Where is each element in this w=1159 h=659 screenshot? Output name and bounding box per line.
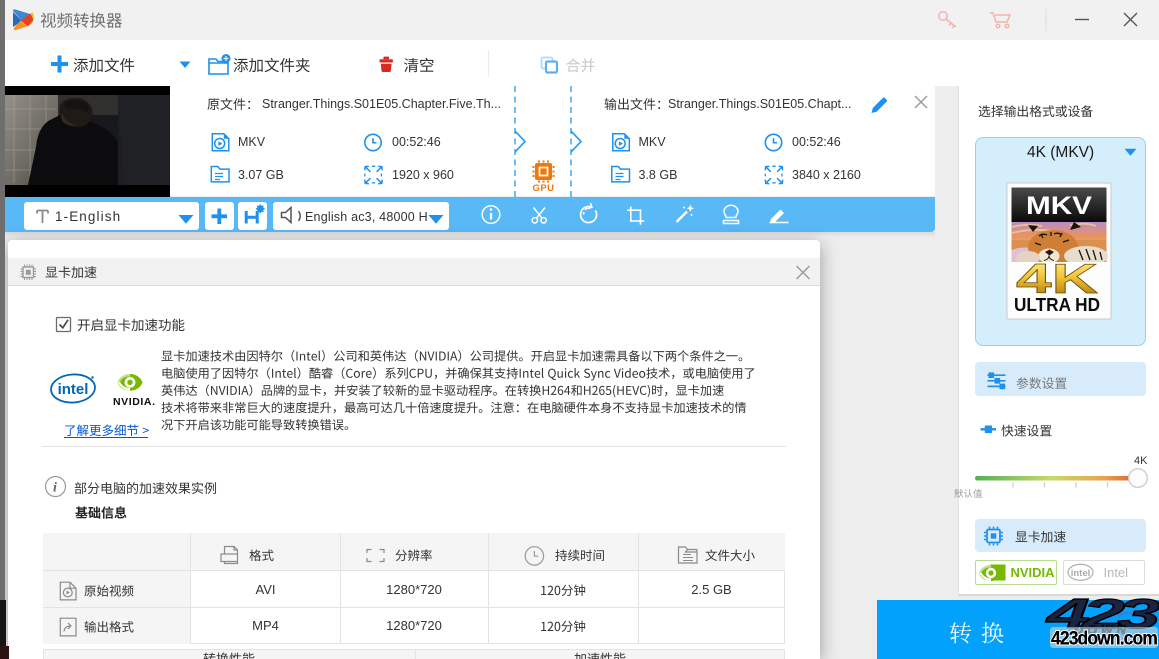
svg-text:intel: intel (1071, 568, 1091, 579)
svg-text:MKV: MKV (1026, 192, 1092, 220)
svg-text:GPU: GPU (532, 183, 554, 194)
svg-text:ULTRA HD: ULTRA HD (1014, 294, 1100, 315)
svg-text:intel: intel (58, 381, 89, 398)
svg-text:i: i (53, 481, 57, 496)
svg-text:NVIDIA.: NVIDIA. (113, 396, 155, 408)
